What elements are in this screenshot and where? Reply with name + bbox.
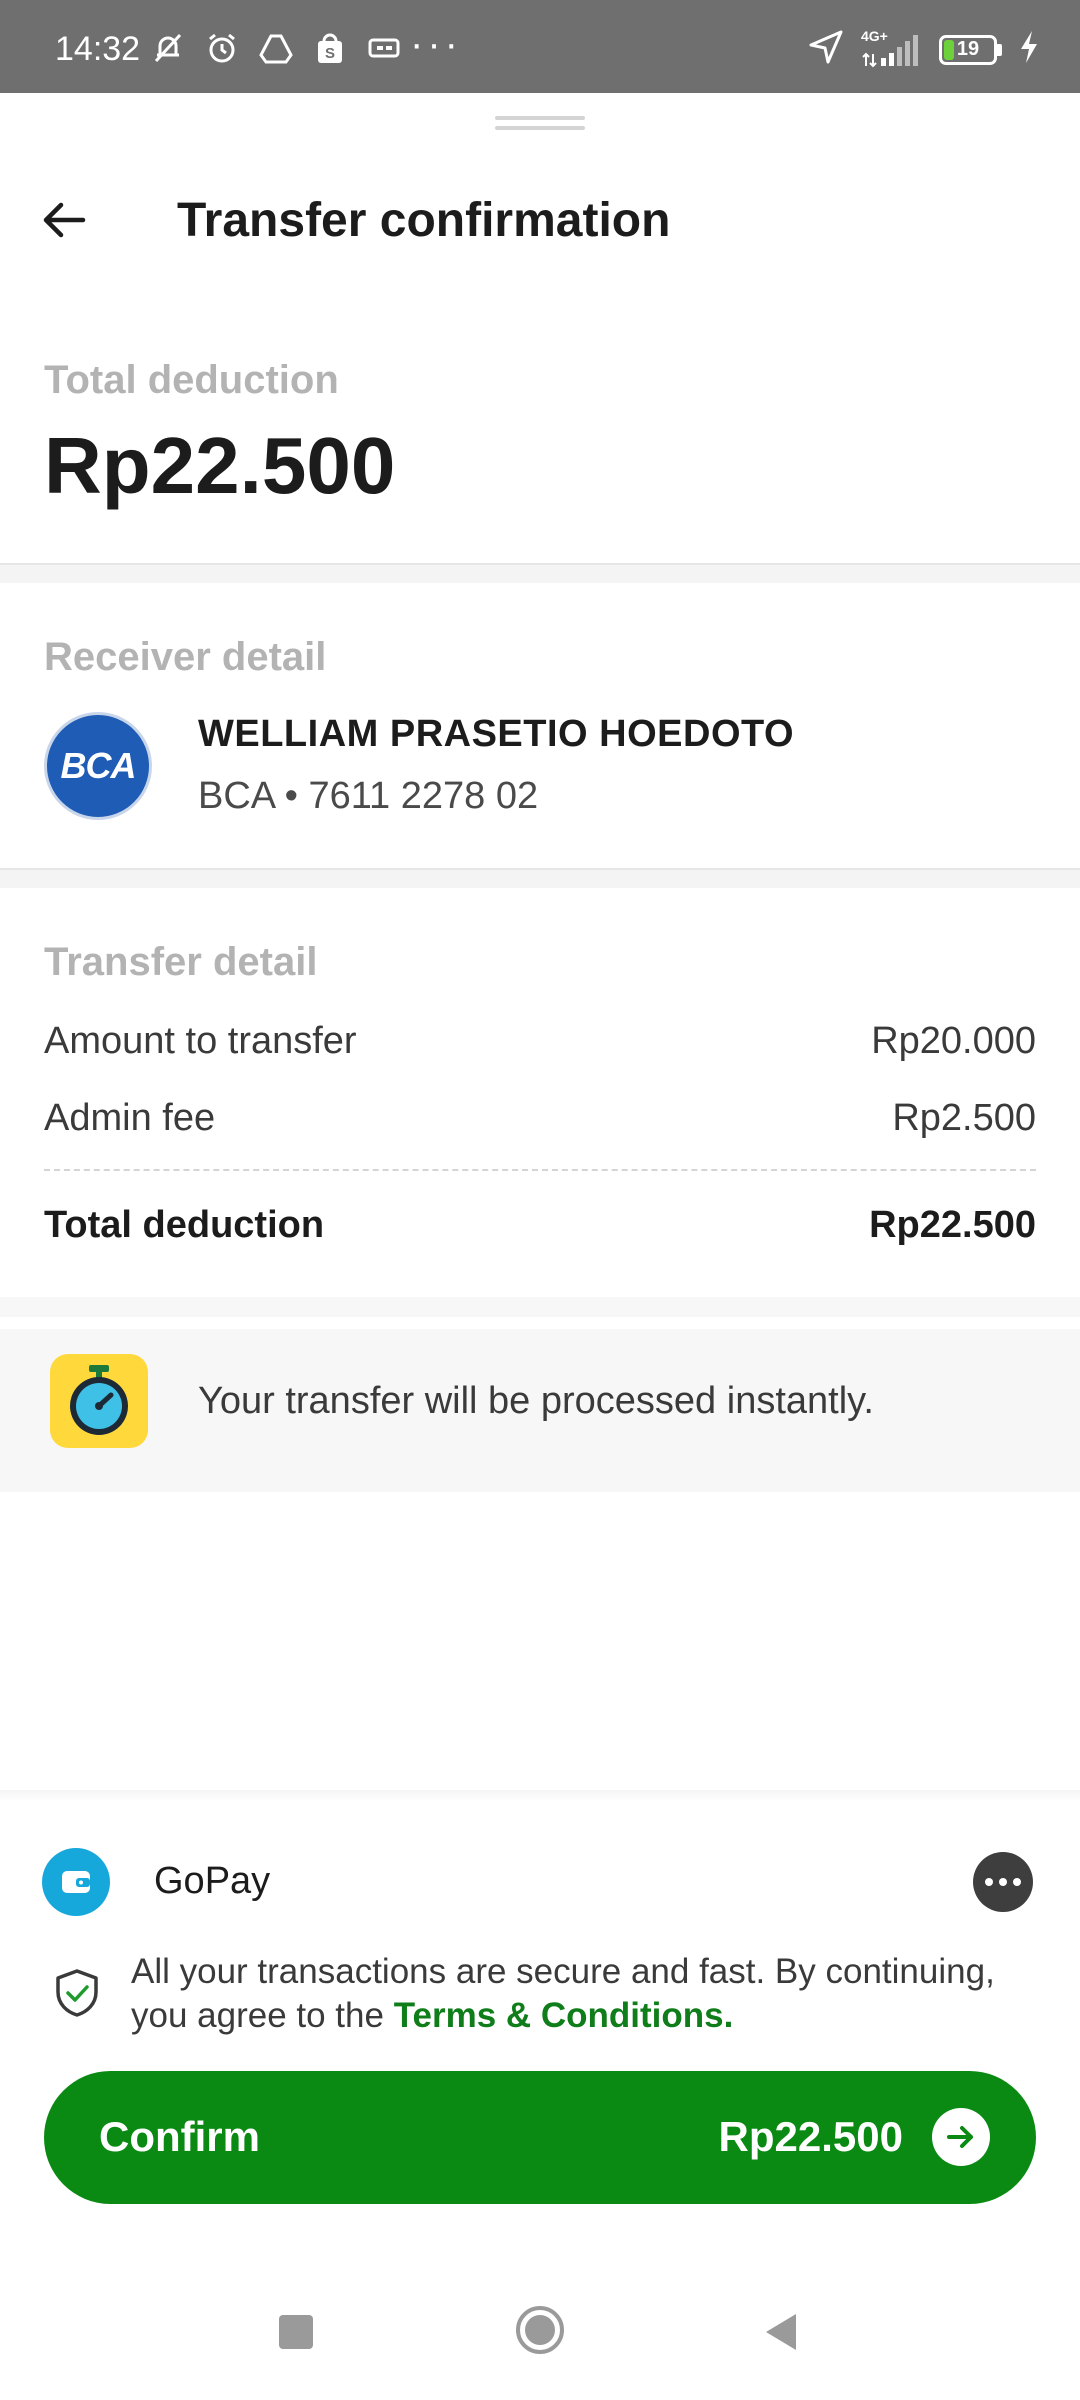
receiver-detail-label: Receiver detail — [44, 635, 327, 679]
wallet-icon — [42, 1848, 110, 1916]
shopping-bag-icon: S — [312, 30, 348, 66]
payment-method-name[interactable]: GoPay — [154, 1860, 270, 1903]
shield-check-icon — [54, 1968, 100, 2018]
bca-logo: BCA — [44, 712, 152, 820]
svg-text:S: S — [325, 45, 335, 62]
terms-and-conditions-link[interactable]: Terms & Conditions. — [394, 1996, 734, 2035]
amount-to-transfer-value: Rp20.000 — [871, 1020, 1036, 1062]
location-icon — [807, 28, 845, 71]
bank-logo-text: BCA — [60, 745, 137, 786]
admin-fee-label: Admin fee — [44, 1097, 216, 1139]
cast-icon — [366, 30, 402, 66]
recent-apps-button[interactable] — [279, 2315, 313, 2349]
status-overflow: ··· — [410, 22, 462, 66]
detail-total-value: Rp22.500 — [869, 1204, 1036, 1246]
bottom-sheet-edge — [0, 1790, 1080, 1802]
confirm-label: Confirm — [99, 2113, 260, 2160]
processing-info-text: Your transfer will be processed instantl… — [198, 1380, 874, 1422]
section-divider — [0, 868, 1080, 888]
stopwatch-icon — [50, 1354, 148, 1448]
status-bar: 14:32 S ··· 4G+ 19 — [0, 0, 1080, 93]
signal-icon: 4G+ — [861, 28, 923, 68]
more-options-button[interactable] — [973, 1852, 1033, 1912]
battery-icon: 19 — [939, 34, 1002, 65]
admin-fee-value: Rp2.500 — [892, 1097, 1036, 1139]
section-divider — [0, 563, 1080, 583]
home-button[interactable] — [515, 2305, 565, 2355]
mute-bell-icon — [150, 30, 186, 66]
dashed-divider — [44, 1169, 1036, 1171]
amount-to-transfer-label: Amount to transfer — [44, 1020, 357, 1062]
sheet-drag-handle[interactable] — [495, 116, 585, 132]
drive-icon — [258, 30, 294, 66]
receiver-account: BCA • 7611 2278 02 — [198, 775, 539, 817]
security-terms-text: All your transactions are secure and fas… — [131, 1950, 1041, 2038]
total-deduction-amount: Rp22.500 — [44, 421, 396, 510]
total-deduction-label: Total deduction — [44, 358, 339, 402]
page-title: Transfer confirmation — [177, 194, 671, 247]
status-time: 14:32 — [55, 30, 141, 68]
system-back-button[interactable] — [760, 2310, 804, 2354]
detail-total-label: Total deduction — [44, 1204, 325, 1246]
confirm-button[interactable]: Confirm Rp22.500 — [44, 2071, 1036, 2204]
alarm-icon — [204, 30, 240, 66]
back-button[interactable] — [34, 190, 94, 250]
arrow-left-icon — [43, 202, 86, 238]
status-system-icons: 4G+ 19 — [807, 28, 1040, 71]
status-notification-icons: S — [150, 30, 402, 66]
transfer-detail-label: Transfer detail — [44, 940, 318, 984]
confirm-amount: Rp22.500 — [718, 2113, 903, 2160]
arrow-right-icon — [932, 2108, 990, 2166]
section-divider — [0, 1297, 1080, 1317]
battery-level: 19 — [956, 38, 980, 60]
charging-icon — [1018, 29, 1040, 70]
receiver-name: WELLIAM PRASETIO HOEDOTO — [198, 713, 795, 755]
